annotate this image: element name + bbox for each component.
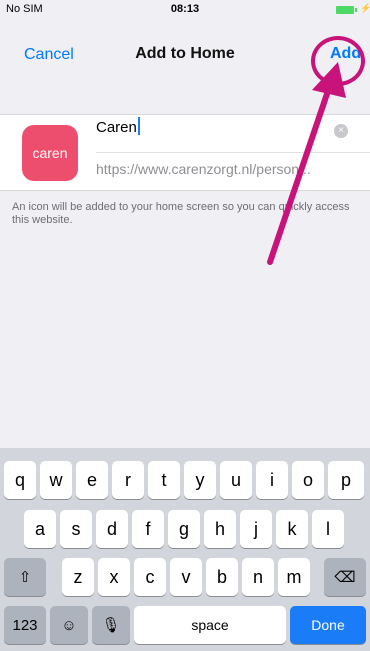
- divider: [96, 152, 370, 153]
- done-key[interactable]: Done: [290, 606, 366, 644]
- clock: 08:13: [170, 3, 200, 15]
- name-field-value: Caren: [96, 119, 137, 136]
- battery-icon: [336, 6, 354, 14]
- name-field[interactable]: Caren: [96, 115, 356, 151]
- key-i[interactable]: i: [256, 461, 288, 499]
- key-e[interactable]: e: [76, 461, 108, 499]
- key-y[interactable]: y: [184, 461, 216, 499]
- clear-icon[interactable]: ×: [334, 124, 348, 138]
- key-t[interactable]: t: [148, 461, 180, 499]
- charging-icon: ⚡: [360, 3, 370, 13]
- key-c[interactable]: c: [134, 558, 166, 596]
- key-g[interactable]: g: [168, 510, 200, 548]
- url-field: https://www.carenzorgt.nl/person...: [96, 161, 311, 177]
- key-h[interactable]: h: [204, 510, 236, 548]
- key-w[interactable]: w: [40, 461, 72, 499]
- hint-text: An icon will be added to your home scree…: [12, 201, 350, 226]
- key-q[interactable]: q: [4, 461, 36, 499]
- key-p[interactable]: p: [328, 461, 364, 499]
- key-s[interactable]: s: [60, 510, 92, 548]
- status-bar: No SIM 08:13 ⚡: [0, 0, 370, 20]
- emoji-key[interactable]: ☺: [50, 606, 88, 644]
- key-a[interactable]: a: [24, 510, 56, 548]
- key-j[interactable]: j: [240, 510, 272, 548]
- key-o[interactable]: o: [292, 461, 324, 499]
- bookmark-card: caren Caren × https://www.carenzorgt.nl/…: [0, 114, 370, 191]
- key-n[interactable]: n: [242, 558, 274, 596]
- text-cursor: [137, 117, 140, 135]
- key-x[interactable]: x: [98, 558, 130, 596]
- key-u[interactable]: u: [220, 461, 252, 499]
- microphone-key[interactable]: 🎙: [92, 606, 130, 644]
- nav-bar: Cancel Add to Home Add: [0, 20, 370, 86]
- key-r[interactable]: r: [112, 461, 144, 499]
- key-k[interactable]: k: [276, 510, 308, 548]
- key-f[interactable]: f: [132, 510, 164, 548]
- battery-tip-icon: [355, 8, 357, 12]
- key-l[interactable]: l: [312, 510, 344, 548]
- app-icon-label: caren: [32, 145, 68, 161]
- backspace-key[interactable]: ⌫: [324, 558, 366, 596]
- key-b[interactable]: b: [206, 558, 238, 596]
- key-z[interactable]: z: [62, 558, 94, 596]
- numbers-key[interactable]: 123: [4, 606, 46, 644]
- space-key[interactable]: space: [134, 606, 286, 644]
- key-v[interactable]: v: [170, 558, 202, 596]
- app-icon: caren: [22, 125, 78, 181]
- keyboard: q w e r t y u i o p a s d f g h j k l ⇧ …: [0, 448, 370, 651]
- highlight-circle: [311, 36, 365, 86]
- shift-key[interactable]: ⇧: [4, 558, 46, 596]
- key-m[interactable]: m: [278, 558, 310, 596]
- key-d[interactable]: d: [96, 510, 128, 548]
